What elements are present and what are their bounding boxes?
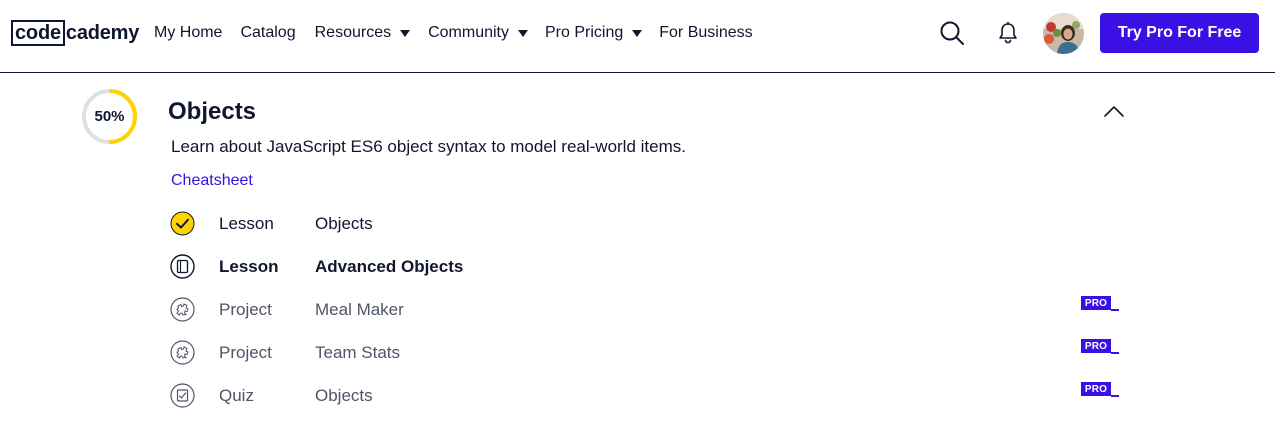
nav-pro-pricing-dropdown[interactable]: Pro Pricing <box>545 24 643 42</box>
chevron-up-icon <box>1104 106 1124 117</box>
user-avatar[interactable] <box>1043 13 1084 54</box>
nav-community-label: Community <box>428 24 509 41</box>
check-circle-icon <box>170 211 195 236</box>
nav-resources-dropdown[interactable]: Resources <box>314 24 411 42</box>
module-description: Learn about JavaScript ES6 object syntax… <box>171 137 686 156</box>
pro-badge-label: PRO <box>1081 296 1111 310</box>
pro-badge-underline <box>1111 309 1119 311</box>
item-title: Objects <box>315 386 373 405</box>
cheatsheet-link[interactable]: Cheatsheet <box>171 172 253 190</box>
item-type: Project <box>219 300 272 319</box>
nav-my-home-label: My Home <box>154 24 223 41</box>
item-title: Objects <box>315 214 373 233</box>
notifications-button[interactable] <box>997 21 1019 45</box>
quiz-icon <box>170 383 195 408</box>
pro-badge: PRO <box>1081 382 1119 398</box>
logo-boxed-text: code <box>11 20 65 46</box>
pro-badge: PRO <box>1081 339 1119 355</box>
project-icon <box>170 297 195 322</box>
content-item-row[interactable]: Project Meal Maker PRO <box>168 295 1128 325</box>
nav-for-business-label: For Business <box>659 24 753 41</box>
caret-down-icon <box>400 29 411 37</box>
content-item-row[interactable]: Quiz Objects PRO <box>168 381 1128 411</box>
bell-icon <box>999 21 1017 44</box>
pro-badge-label: PRO <box>1081 382 1111 396</box>
avatar-photo <box>1043 13 1084 54</box>
item-type: Project <box>219 343 272 362</box>
progress-percent: 50% <box>94 108 125 125</box>
item-title: Advanced Objects <box>315 257 464 276</box>
collapse-module-button[interactable] <box>1103 104 1125 118</box>
nav-for-business[interactable]: For Business <box>659 24 752 42</box>
main-nav: My Home Catalog Resources Community Pro … <box>154 22 753 44</box>
item-title: Team Stats <box>315 343 401 362</box>
caret-down-icon <box>632 29 643 37</box>
module-title: Objects <box>168 98 257 125</box>
item-title: Meal Maker <box>315 300 404 319</box>
content-item-row[interactable]: Lesson Advanced Objects <box>168 252 1128 282</box>
nav-community-dropdown[interactable]: Community <box>428 24 528 42</box>
project-icon <box>170 340 195 365</box>
logo-rest-text: cademy <box>65 22 140 44</box>
pro-badge-label: PRO <box>1081 339 1111 353</box>
nav-catalog-label: Catalog <box>240 24 296 41</box>
item-type: Lesson <box>219 257 279 276</box>
nav-resources-label: Resources <box>314 24 392 41</box>
caret-down-icon <box>518 29 528 37</box>
item-type: Quiz <box>219 386 254 405</box>
search-button[interactable] <box>939 20 965 46</box>
try-pro-button[interactable]: Try Pro For Free <box>1100 13 1259 53</box>
nav-pro-pricing-label: Pro Pricing <box>545 24 624 41</box>
pro-badge-underline <box>1111 395 1119 397</box>
item-type: Lesson <box>219 214 274 233</box>
top-navigation-bar: code cademy My Home Catalog Resources Com… <box>0 0 1275 73</box>
codecademy-logo[interactable]: code cademy <box>11 20 139 46</box>
nav-catalog[interactable]: Catalog <box>240 24 295 42</box>
content-item-row[interactable]: Project Team Stats PRO <box>168 338 1128 368</box>
search-icon <box>940 21 964 45</box>
content-item-row[interactable]: Lesson Objects <box>168 209 1128 239</box>
pro-badge: PRO <box>1081 296 1119 312</box>
nav-my-home[interactable]: My Home <box>154 24 222 42</box>
pro-badge-underline <box>1111 352 1119 354</box>
lesson-icon <box>170 254 195 279</box>
